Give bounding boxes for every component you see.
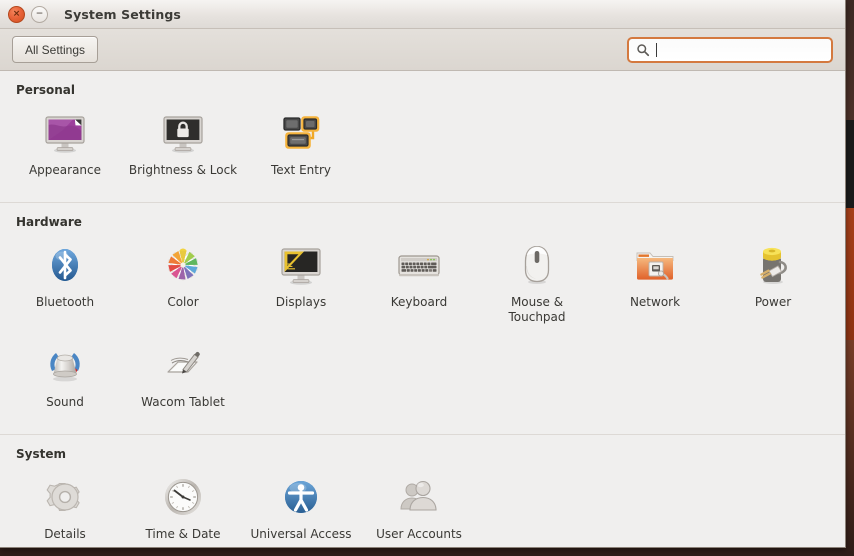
details-icon [46,482,80,512]
settings-item-label: Sound [46,395,84,409]
window-title: System Settings [64,6,181,22]
close-icon[interactable]: × [8,5,25,23]
settings-item-appearance[interactable]: Appearance [6,103,124,188]
minimize-icon[interactable]: − [31,5,48,23]
all-settings-button[interactable]: All Settings [12,36,99,63]
section-title-system: System [16,447,66,461]
search-box[interactable] [627,36,833,63]
desktop-accent-strip [846,120,854,340]
settings-item-label: Brightness & Lock [128,163,238,177]
grid-hardware: Bluetooth Color Displays Keyboard Mouse … [0,235,845,428]
color-icon [168,248,198,281]
settings-item-label: Text Entry [270,163,331,177]
search-input[interactable] [663,38,824,61]
universal-access-icon [285,481,317,513]
settings-item-text-entry[interactable]: Text Entry [242,103,360,188]
mouse-touchpad-icon [524,245,550,284]
section-title-personal: Personal [16,83,75,97]
settings-item-wacom-tablet[interactable]: Wacom Tablet [124,335,242,420]
settings-item-label: Color [167,295,199,309]
settings-item-label: Displays [275,295,327,309]
settings-item-universal-access[interactable]: Universal Access [242,467,360,547]
settings-content: Personal Appearance Brightness & Lock Te… [0,71,845,547]
settings-item-label: Power [754,295,792,309]
settings-item-label: Mouse & Touchpad [508,295,566,324]
settings-item-network[interactable]: Network [596,235,714,335]
grid-personal: Appearance Brightness & Lock Text Entry [0,103,845,196]
time-date-icon [165,479,201,515]
settings-item-label: Bluetooth [35,295,95,309]
settings-item-time-date[interactable]: Time & Date [124,467,242,547]
settings-item-keyboard[interactable]: Keyboard [360,235,478,335]
search-icon [637,43,650,56]
settings-item-label: Time & Date [145,527,221,541]
displays-icon [281,248,321,285]
sound-icon [50,353,80,382]
network-icon [636,252,674,280]
section-system: System Details Time & Date Universal Acc… [0,434,845,547]
settings-item-label: User Accounts [376,527,462,541]
close-glyph: × [12,8,21,19]
settings-item-displays[interactable]: Displays [242,235,360,335]
settings-item-label: Wacom Tablet [141,395,225,409]
settings-item-sound[interactable]: Sound [6,335,124,420]
section-personal: Personal Appearance Brightness & Lock Te… [0,71,845,196]
keyboard-icon [398,255,440,277]
system-settings-window: × − System Settings All Settings Persona… [0,0,846,548]
settings-item-color[interactable]: Color [124,235,242,335]
power-icon [760,247,787,284]
wacom-tablet-icon [167,351,200,374]
settings-item-bluetooth[interactable]: Bluetooth [6,235,124,335]
brightness-lock-icon [163,116,203,153]
settings-item-label: Keyboard [390,295,448,309]
search-caret [656,42,657,57]
settings-item-power[interactable]: Power [714,235,832,335]
section-title-hardware: Hardware [16,215,82,229]
minimize-glyph: − [35,8,44,19]
user-accounts-icon [400,480,437,511]
appearance-icon [45,116,85,153]
section-hardware: Hardware Bluetooth Color Displays Keyboa… [0,202,845,428]
settings-item-label: Network [629,295,681,309]
bluetooth-icon [52,249,78,281]
settings-item-label: Details [44,527,86,541]
grid-system: Details Time & Date Universal Access Use… [0,467,845,547]
settings-item-mouse-touchpad[interactable]: Mouse & Touchpad [478,235,596,335]
settings-item-label: Appearance [28,163,102,177]
settings-item-user-accounts[interactable]: User Accounts [360,467,478,547]
settings-item-label: Universal Access [250,527,352,541]
window-titlebar: × − System Settings [0,0,845,29]
settings-item-brightness-lock[interactable]: Brightness & Lock [124,103,242,188]
text-entry-icon [283,116,320,149]
toolbar: All Settings [0,29,845,71]
settings-item-details[interactable]: Details [6,467,124,547]
